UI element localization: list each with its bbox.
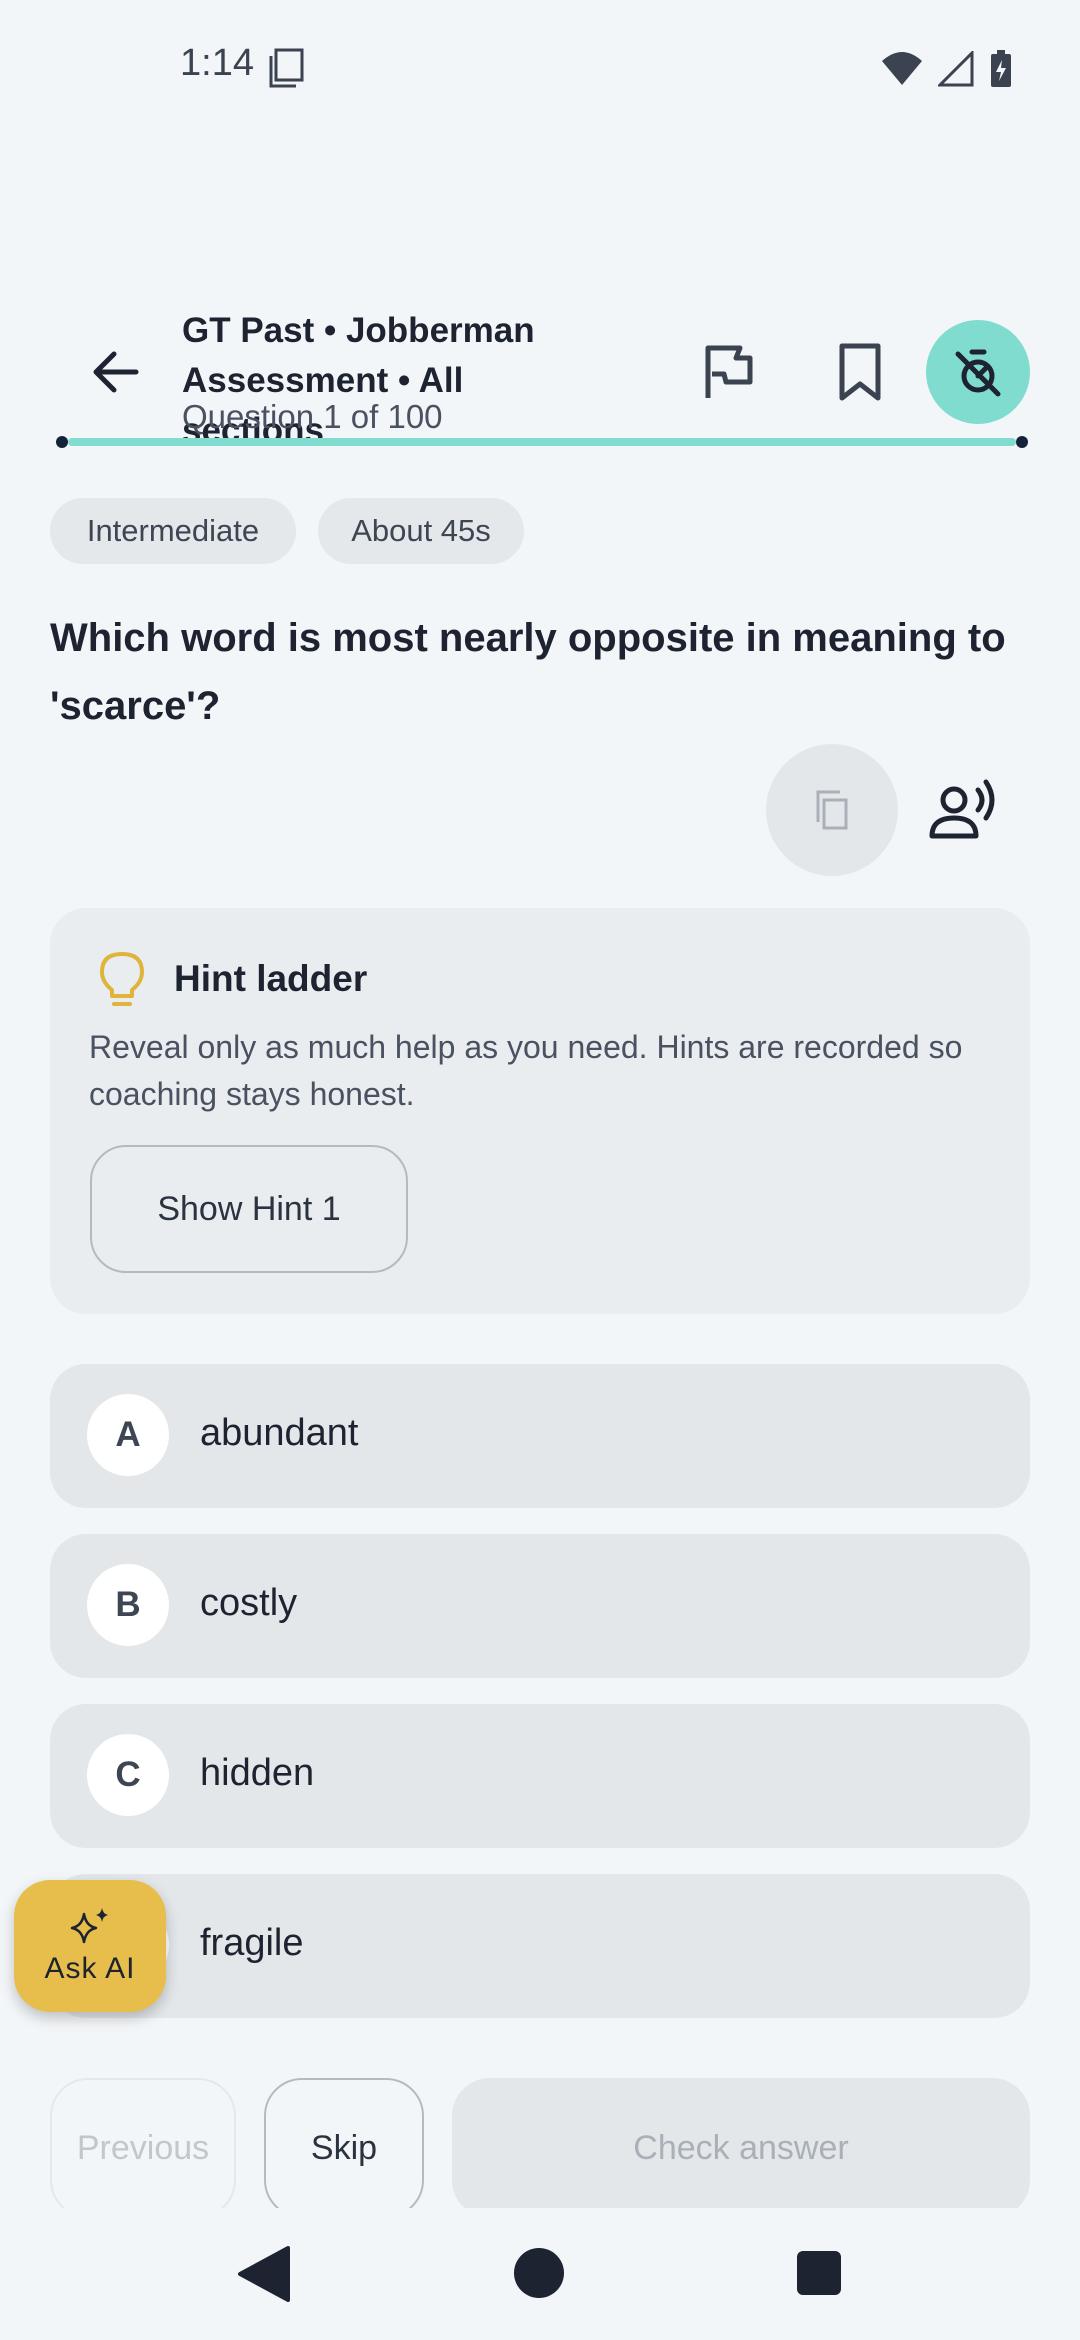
skip-button[interactable]: Skip: [264, 2078, 424, 2218]
hint-title: Hint ladder: [174, 958, 368, 999]
ask-ai-button[interactable]: Ask AI: [14, 1880, 166, 2012]
back-arrow-icon[interactable]: [84, 340, 148, 404]
sparkle-icon: [70, 1908, 108, 1944]
nav-home-icon[interactable]: [514, 2248, 564, 2298]
status-time: 1:14: [180, 42, 254, 84]
option-text: hidden: [200, 1752, 315, 1794]
battery-charging-icon: [991, 50, 1011, 87]
lightbulb-icon: [100, 952, 144, 1006]
copy-icon: [816, 790, 848, 830]
time-estimate-chip: About 45s: [318, 498, 524, 564]
option-letter: B: [87, 1564, 169, 1646]
bookmark-icon[interactable]: [828, 340, 892, 404]
screenshot-icon: [269, 48, 304, 88]
option-text: costly: [200, 1582, 298, 1624]
wifi-icon: [882, 52, 922, 85]
option-text: fragile: [200, 1922, 304, 1964]
question-counter: Question 1 of 100: [182, 398, 443, 435]
question-text: Which word is most nearly opposite in me…: [50, 616, 1006, 728]
cell-signal-icon: [938, 51, 974, 87]
previous-button[interactable]: Previous: [50, 2078, 236, 2218]
timer-off-icon: [955, 349, 1001, 397]
check-answer-button[interactable]: Check answer: [452, 2078, 1030, 2218]
read-aloud-icon[interactable]: [928, 774, 1000, 846]
option-letter: A: [87, 1394, 169, 1476]
option-a[interactable]: A abundant: [50, 1364, 1030, 1508]
nav-recents-icon[interactable]: [797, 2251, 841, 2295]
option-text: abundant: [200, 1412, 359, 1454]
nav-back-icon[interactable]: [236, 2244, 292, 2304]
flag-icon[interactable]: [696, 340, 760, 404]
copy-button[interactable]: [766, 744, 898, 876]
ask-ai-label: Ask AI: [44, 1952, 136, 1985]
option-b[interactable]: B costly: [50, 1534, 1030, 1678]
option-c[interactable]: C hidden: [50, 1704, 1030, 1848]
timer-off-button[interactable]: [926, 320, 1030, 424]
option-d[interactable]: D fragile: [50, 1874, 1030, 2018]
progress-bar: [56, 436, 1028, 448]
difficulty-chip: Intermediate: [50, 498, 296, 564]
status-icons: [882, 50, 1012, 88]
hint-description: Reveal only as much help as you need. Hi…: [89, 1029, 963, 1112]
option-letter: C: [87, 1734, 169, 1816]
show-hint-button[interactable]: Show Hint 1: [90, 1145, 408, 1273]
